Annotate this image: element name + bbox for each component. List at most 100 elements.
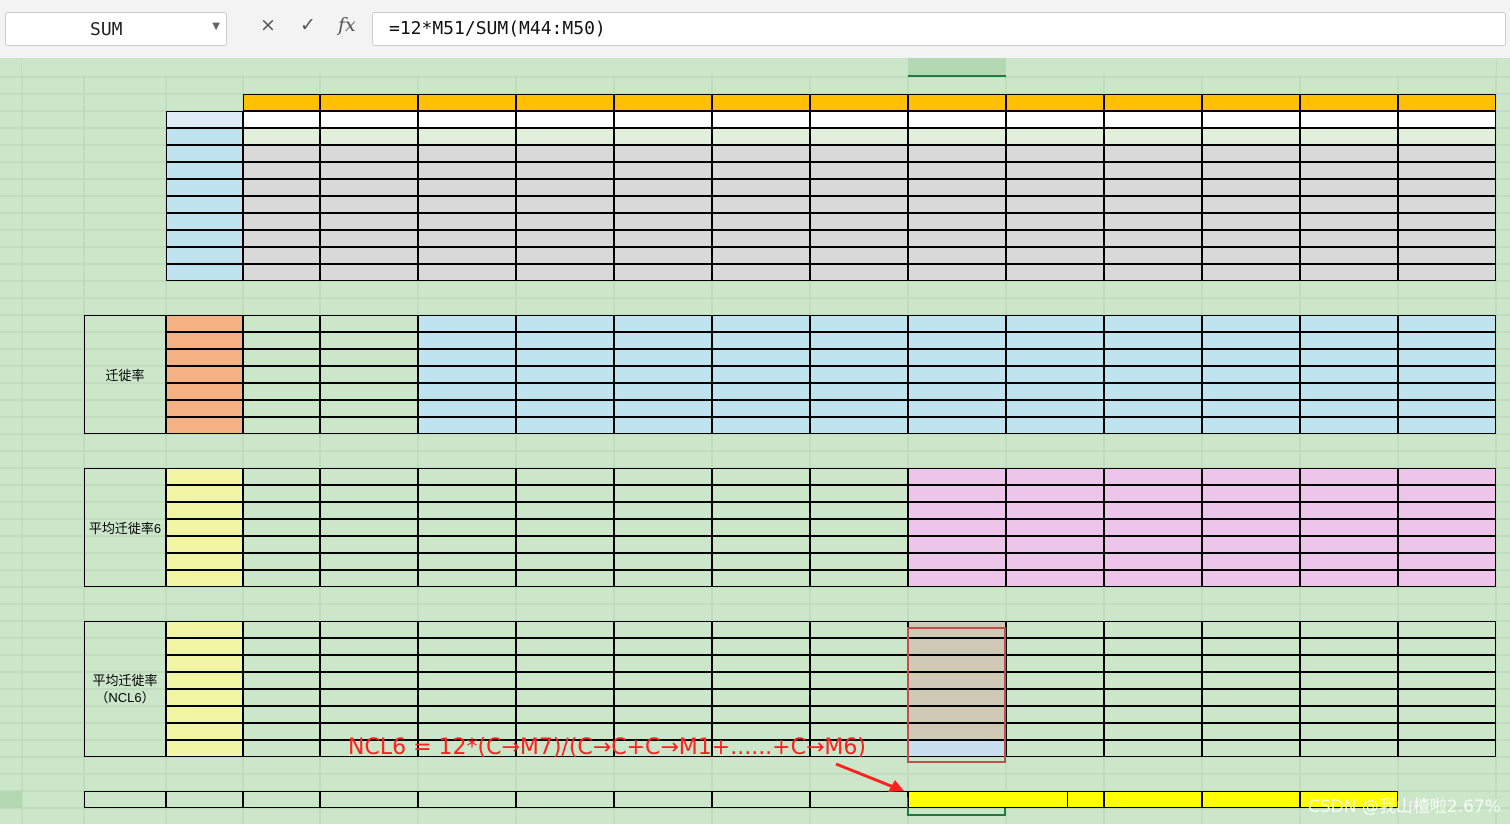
rate-cell[interactable] xyxy=(1398,400,1496,417)
ncl-rate-cell[interactable] xyxy=(1300,689,1398,706)
row-header-32[interactable] xyxy=(0,417,22,434)
empty-cell[interactable] xyxy=(418,791,516,808)
empty-cell[interactable] xyxy=(243,638,320,655)
month-header[interactable] xyxy=(1006,94,1104,111)
avg-rate-cell[interactable] xyxy=(1104,536,1202,553)
ncl-rate-cell[interactable] xyxy=(1300,621,1398,638)
rate-cell[interactable] xyxy=(1006,400,1104,417)
table-cell[interactable] xyxy=(418,111,516,128)
chevron-down-icon[interactable]: ▼ xyxy=(212,21,220,32)
ncl-result-cell[interactable] xyxy=(1104,791,1202,808)
ncl-rate-cell[interactable] xyxy=(1202,621,1300,638)
table-cell[interactable] xyxy=(1300,264,1398,281)
empty-cell[interactable] xyxy=(320,332,418,349)
avg-rate-cell[interactable] xyxy=(1300,502,1398,519)
column-header-p[interactable] xyxy=(1202,58,1300,75)
empty-cell[interactable] xyxy=(516,519,614,536)
cancel-icon[interactable]: × xyxy=(260,14,276,36)
table-cell[interactable] xyxy=(1006,196,1104,213)
transition-label[interactable] xyxy=(166,740,243,757)
table-cell[interactable] xyxy=(1202,128,1300,145)
empty-cell[interactable] xyxy=(516,672,614,689)
empty-cell[interactable] xyxy=(516,689,614,706)
empty-cell[interactable] xyxy=(614,553,712,570)
table-cell[interactable] xyxy=(1398,230,1496,247)
row-header-42[interactable] xyxy=(0,587,22,604)
table-cell[interactable] xyxy=(516,179,614,196)
ncl-rate-cell[interactable] xyxy=(1398,655,1496,672)
table-cell[interactable] xyxy=(1202,162,1300,179)
table-cell[interactable] xyxy=(810,128,908,145)
empty-cell[interactable] xyxy=(418,672,516,689)
empty-cell[interactable] xyxy=(418,706,516,723)
transition-label[interactable] xyxy=(166,383,243,400)
empty-cell[interactable] xyxy=(712,570,810,587)
table-cell[interactable] xyxy=(418,179,516,196)
empty-cell[interactable] xyxy=(712,706,810,723)
table-cell[interactable] xyxy=(1104,264,1202,281)
row-header-47[interactable] xyxy=(0,672,22,689)
rate-cell[interactable] xyxy=(516,366,614,383)
empty-cell[interactable] xyxy=(810,570,908,587)
rate-cell[interactable] xyxy=(1300,383,1398,400)
table-cell[interactable] xyxy=(418,230,516,247)
rate-cell[interactable] xyxy=(516,332,614,349)
table-cell[interactable] xyxy=(614,111,712,128)
formula-input[interactable]: =12*M51/SUM(M44:M50) xyxy=(372,12,1506,46)
row-header-16[interactable] xyxy=(0,145,22,162)
column-header-f[interactable] xyxy=(243,58,320,75)
rate-cell[interactable] xyxy=(1104,417,1202,434)
table-cell[interactable] xyxy=(243,162,320,179)
column-header-m[interactable] xyxy=(908,58,1006,77)
empty-cell[interactable] xyxy=(418,502,516,519)
rate-cell[interactable] xyxy=(614,383,712,400)
row-header-15[interactable] xyxy=(0,128,22,145)
month-header[interactable] xyxy=(418,94,516,111)
ncl-rate-cell[interactable] xyxy=(1202,638,1300,655)
table-cell[interactable] xyxy=(516,196,614,213)
empty-cell[interactable] xyxy=(418,689,516,706)
table-cell[interactable] xyxy=(1300,213,1398,230)
rate-cell[interactable] xyxy=(1202,383,1300,400)
empty-cell[interactable] xyxy=(320,689,418,706)
table-cell[interactable] xyxy=(908,111,1006,128)
empty-cell[interactable] xyxy=(516,553,614,570)
row-header-37[interactable] xyxy=(0,502,22,519)
table-cell[interactable] xyxy=(516,111,614,128)
rate-cell[interactable] xyxy=(1104,383,1202,400)
avg-rate-cell[interactable] xyxy=(1398,553,1496,570)
column-header-q[interactable] xyxy=(1300,58,1398,75)
ncl-rate-cell[interactable] xyxy=(1202,723,1300,740)
row-header-23[interactable] xyxy=(0,264,22,281)
table-cell[interactable] xyxy=(1006,162,1104,179)
rate-cell[interactable] xyxy=(614,315,712,332)
empty-cell[interactable] xyxy=(810,536,908,553)
rate-cell[interactable] xyxy=(908,366,1006,383)
rate-cell[interactable] xyxy=(1202,366,1300,383)
table-cell[interactable] xyxy=(1006,247,1104,264)
row-header-33[interactable] xyxy=(0,434,22,451)
rate-cell[interactable] xyxy=(1300,332,1398,349)
table-cell[interactable] xyxy=(243,264,320,281)
avg-rate-cell[interactable] xyxy=(908,553,1006,570)
row-header-35[interactable] xyxy=(0,468,22,485)
avg-rate-cell[interactable] xyxy=(908,468,1006,485)
table-cell[interactable] xyxy=(418,162,516,179)
empty-cell[interactable] xyxy=(320,400,418,417)
empty-cell[interactable] xyxy=(243,349,320,366)
table-cell[interactable] xyxy=(1104,162,1202,179)
rate-cell[interactable] xyxy=(712,332,810,349)
row-header-26[interactable] xyxy=(0,315,22,332)
month-header[interactable] xyxy=(243,94,320,111)
ncl-rate-cell[interactable] xyxy=(1104,672,1202,689)
table-cell[interactable] xyxy=(712,179,810,196)
empty-cell[interactable] xyxy=(712,553,810,570)
rate-cell[interactable] xyxy=(1398,366,1496,383)
empty-cell[interactable] xyxy=(418,621,516,638)
table-cell[interactable] xyxy=(1006,264,1104,281)
row-header-52[interactable] xyxy=(0,757,22,774)
table-cell[interactable] xyxy=(1104,128,1202,145)
avg-rate-cell[interactable] xyxy=(1006,502,1104,519)
column-header-h[interactable] xyxy=(418,58,516,75)
empty-cell[interactable] xyxy=(810,485,908,502)
